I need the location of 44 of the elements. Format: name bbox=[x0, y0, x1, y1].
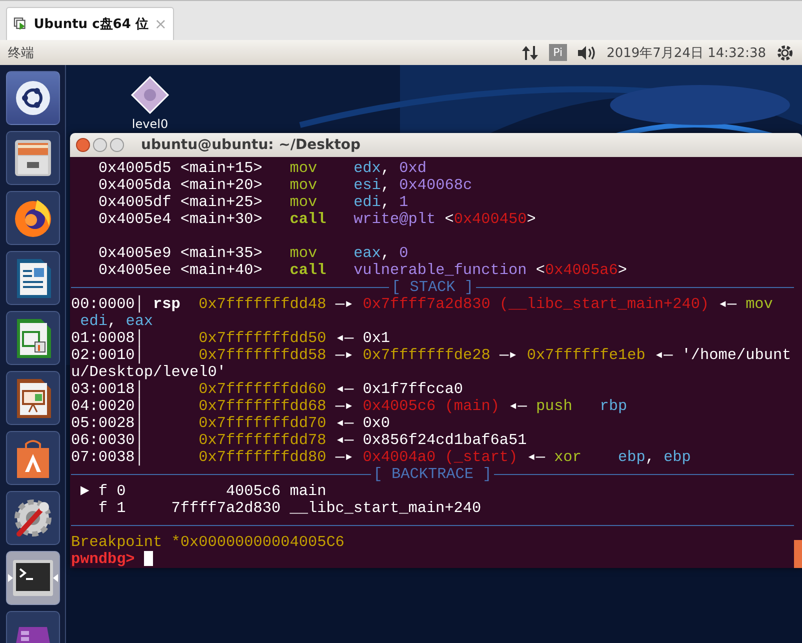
section-title: [ STACK ] bbox=[391, 279, 474, 296]
vm-tab[interactable]: Ubuntu c盘64 位 × bbox=[6, 7, 174, 40]
terminal-line: 06:0030│ 0x7fffffffdd78 ◂— 0x856f24cd1baf6a51 bbox=[71, 432, 528, 449]
terminal-line: 0x4005df <main+25> mov edi, 1 bbox=[97, 194, 410, 211]
launcher-item[interactable] bbox=[6, 131, 60, 185]
volume-icon[interactable] bbox=[576, 44, 597, 60]
launcher-item[interactable] bbox=[6, 191, 60, 245]
desktop-icon-label[interactable]: level0 bbox=[132, 117, 168, 131]
terminal-line: 01:0008│ 0x7fffffffdd50 ◂— 0x1 bbox=[71, 330, 392, 347]
terminal-line: 02:0010│ 0x7fffffffdd58 —▸ 0x7fffffffde28 —▸ 0x7ffffffe1eb ◂— '/home/ubunt bbox=[71, 347, 792, 364]
input-method-indicator[interactable]: Pi bbox=[549, 44, 567, 61]
launcher-item[interactable] bbox=[6, 551, 60, 605]
terminal-line: 03:0018│ 0x7fffffffdd60 ◂— 0x1f7ffcca0 bbox=[71, 381, 464, 398]
terminal-line: f 1 7ffff7a2d830 __libc_start_main+240 bbox=[97, 500, 482, 517]
launcher-item[interactable] bbox=[6, 491, 60, 545]
network-arrows-icon[interactable] bbox=[521, 44, 540, 60]
app-name: 终端 bbox=[8, 44, 34, 62]
launcher-item[interactable] bbox=[6, 371, 60, 425]
close-button[interactable] bbox=[76, 138, 90, 152]
terminal-line: Breakpoint *0x00000000004005C6 bbox=[71, 534, 346, 551]
tab-title: Ubuntu c盘64 位 bbox=[34, 16, 148, 33]
section-title: [ BACKTRACE ] bbox=[373, 466, 492, 483]
terminal-line: 0x4005e9 <main+35> mov eax, 0 bbox=[97, 245, 410, 262]
terminal-line: 04:0020│ 0x7fffffffdd68 —▸ 0x4005c6 (main) ◂— push rbp bbox=[71, 398, 628, 415]
terminal-line: ► f 0 4005c6 main bbox=[79, 483, 328, 500]
scrollbar-thumb[interactable] bbox=[794, 540, 802, 568]
terminal-line: 0x4005d5 <main+15> mov edx, 0xd bbox=[97, 160, 428, 177]
launcher-item[interactable] bbox=[6, 431, 60, 485]
terminal-line: 05:0028│ 0x7fffffffdd70 ◂— 0x0 bbox=[71, 415, 392, 432]
gear-icon[interactable] bbox=[776, 44, 794, 62]
launcher-item[interactable] bbox=[6, 311, 60, 365]
clock[interactable]: 2019年7月24日 14:32:38 bbox=[606, 44, 766, 62]
window-title: ubuntu@ubuntu: ~/Desktop bbox=[141, 137, 361, 153]
terminal-line: edi, eax bbox=[80, 313, 154, 330]
terminal-line: 0x4005e4 <main+30> call write@plt <0x400450> bbox=[97, 211, 537, 228]
terminal-line: 0x4005ee <main+40> call vulnerable_function <0x4005a6> bbox=[97, 262, 628, 279]
launcher-item[interactable] bbox=[6, 71, 60, 125]
file-icon[interactable] bbox=[130, 75, 170, 115]
launcher-item[interactable] bbox=[6, 251, 60, 305]
terminal-line: 07:0038│ 0x7fffffffdd80 —▸ 0x4004a0 (_start) ◂— xor ebp, ebp bbox=[71, 449, 692, 466]
prompt-line[interactable]: pwndbg> bbox=[71, 551, 794, 568]
terminal-line: 0x4005da <main+20> mov esi, 0x40068c bbox=[97, 177, 474, 194]
terminal-line: 00:0000│ rsp 0x7fffffffdd48 —▸ 0x7ffff7a2d830 (__libc_start_main+240) ◂— mov bbox=[71, 296, 774, 313]
terminal-line: u/Desktop/level0' bbox=[71, 364, 227, 381]
